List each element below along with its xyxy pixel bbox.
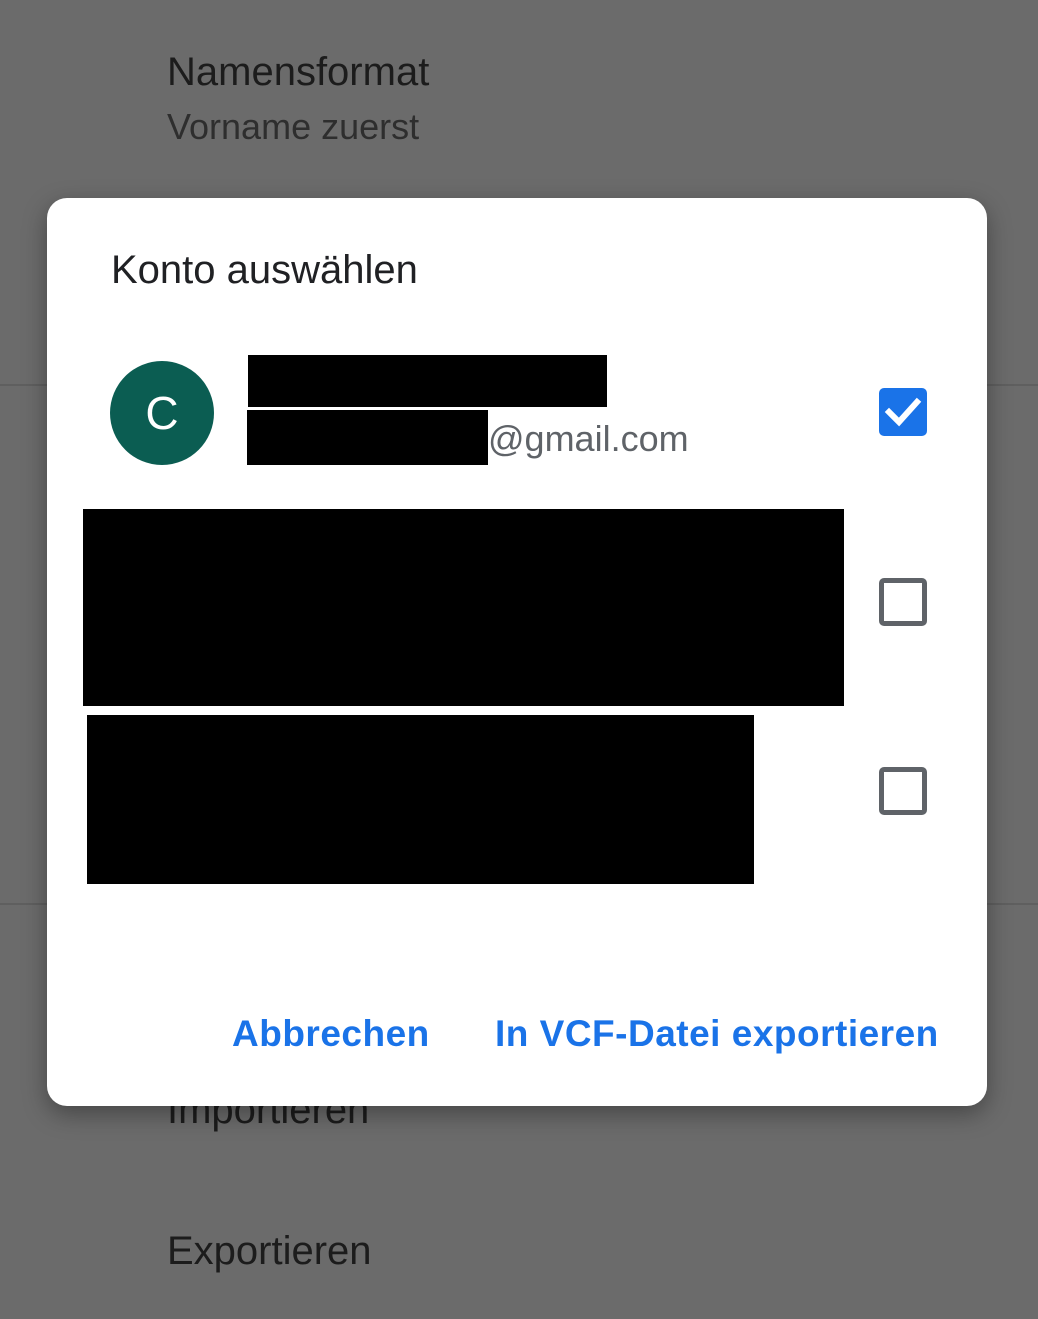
redacted-account-info <box>87 715 754 884</box>
select-account-dialog: Konto auswählen C @gmail.com Abbrechen I… <box>47 198 987 1106</box>
name-format-title: Namensformat <box>167 50 430 94</box>
account-checkbox-unchecked[interactable] <box>879 767 927 815</box>
redacted-email-local-part <box>247 410 488 465</box>
account-checkbox-unchecked[interactable] <box>879 578 927 626</box>
account-email-suffix: @gmail.com <box>488 418 689 459</box>
avatar: C <box>110 361 214 465</box>
export-vcf-button[interactable]: In VCF-Datei exportieren <box>495 1013 939 1055</box>
name-format-value: Vorname zuerst <box>167 106 420 147</box>
redacted-account-info <box>83 509 844 706</box>
redacted-account-name <box>248 355 607 407</box>
dialog-title: Konto auswählen <box>111 248 418 292</box>
export-item: Exportieren <box>167 1229 372 1273</box>
account-checkbox-checked[interactable] <box>879 388 927 436</box>
check-icon <box>884 397 922 427</box>
cancel-button[interactable]: Abbrechen <box>232 1013 430 1055</box>
